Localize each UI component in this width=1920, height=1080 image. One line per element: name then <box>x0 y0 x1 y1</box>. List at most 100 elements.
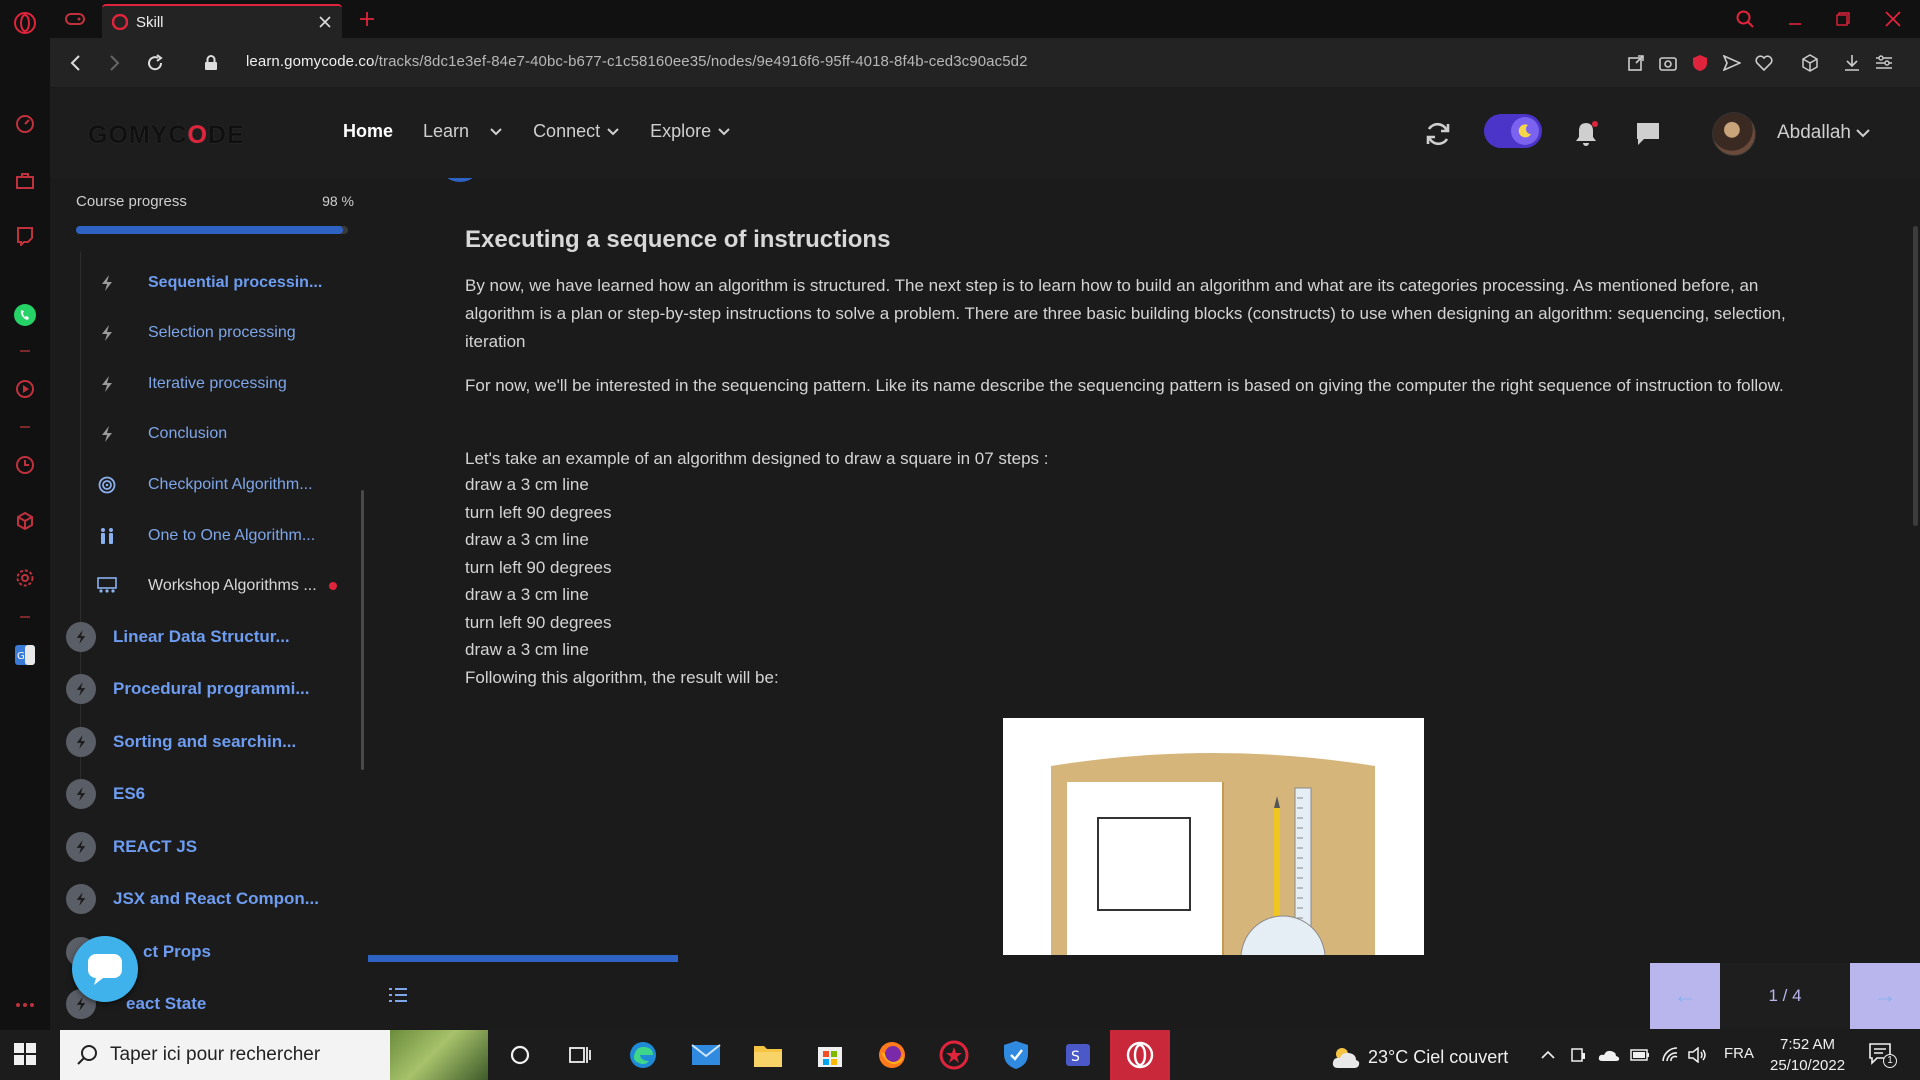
nav-connect[interactable]: Connect <box>533 121 620 142</box>
bell-icon[interactable] <box>1568 116 1604 152</box>
opera-taskbar-icon[interactable] <box>1110 1030 1170 1080</box>
volume-icon[interactable] <box>1686 1040 1710 1070</box>
gomycode-logo[interactable]: GOMYCODE <box>88 121 245 150</box>
settings-icon[interactable] <box>12 565 38 591</box>
sidebar-separator <box>20 350 30 352</box>
easy-setup-icon[interactable] <box>1872 51 1896 75</box>
previous-slide-button[interactable]: ← <box>1650 963 1720 1029</box>
taskbar-clock[interactable]: 7:52 AM 25/10/2022 <box>1770 1034 1845 1076</box>
sidebar-item-workshop[interactable]: Workshop Algorithms ... <box>92 571 342 601</box>
back-button[interactable] <box>62 50 88 76</box>
svg-text:S: S <box>1071 1049 1080 1065</box>
teams-icon[interactable]: S <box>1060 1038 1096 1072</box>
antivirus-icon[interactable] <box>936 1038 972 1072</box>
nav-learn[interactable]: Learn <box>423 121 503 142</box>
wifi-icon[interactable] <box>1658 1040 1682 1070</box>
windows-start-button[interactable] <box>14 1043 36 1065</box>
module-react-js[interactable]: REACT JS <box>66 830 356 864</box>
notification-center-button[interactable]: 1 <box>1868 1042 1897 1068</box>
cube-icon[interactable] <box>12 508 38 534</box>
extensions-cube-icon[interactable] <box>1798 51 1822 75</box>
sidebar-item-one-to-one[interactable]: One to One Algorithm... <box>92 521 342 551</box>
search-tabs-icon[interactable] <box>1730 6 1760 32</box>
forward-button[interactable] <box>102 50 128 76</box>
cortana-icon[interactable] <box>502 1038 538 1072</box>
camera-icon[interactable] <box>1656 51 1680 75</box>
nav-home[interactable]: Home <box>343 121 393 142</box>
opera-favicon-icon <box>112 14 128 30</box>
onedrive-icon[interactable] <box>1596 1040 1622 1070</box>
module-es6[interactable]: ES6 <box>66 777 356 811</box>
firefox-icon[interactable] <box>874 1038 910 1072</box>
heart-icon[interactable] <box>1752 51 1776 75</box>
logo-text: GOMYC <box>88 121 188 149</box>
slide-counter: 1 / 4 <box>1720 963 1850 1029</box>
module-procedural[interactable]: Procedural programmi... <box>66 672 356 706</box>
mail-icon[interactable] <box>688 1038 724 1072</box>
dark-mode-toggle[interactable] <box>1484 114 1542 148</box>
new-tab-button[interactable] <box>352 6 382 32</box>
store-icon[interactable] <box>812 1038 848 1072</box>
send-icon[interactable] <box>1720 51 1744 75</box>
lesson-scrollbar[interactable] <box>1913 226 1918 526</box>
twitch-icon[interactable] <box>12 223 38 249</box>
sidebar-item-conclusion[interactable]: Conclusion <box>92 419 342 449</box>
opera-logo-icon[interactable] <box>12 10 38 36</box>
module-label: JSX and React Compon... <box>113 889 319 908</box>
sidebar-scrollbar[interactable] <box>361 490 364 770</box>
lesson-title: Executing a sequence of instructions <box>465 226 891 253</box>
avatar[interactable] <box>1712 112 1756 156</box>
close-window-button[interactable] <box>1878 6 1908 32</box>
chat-icon[interactable] <box>1630 116 1666 152</box>
bolt-icon <box>66 727 96 757</box>
history-icon[interactable] <box>12 452 38 478</box>
file-explorer-icon[interactable] <box>750 1038 786 1072</box>
minimize-button[interactable] <box>1780 6 1810 32</box>
support-chat-button[interactable] <box>72 936 138 1002</box>
briefcase-icon[interactable] <box>12 168 38 194</box>
logo-o: O <box>187 121 208 149</box>
bolt-icon <box>92 369 122 399</box>
weather-widget[interactable]: 23°C Ciel couvert <box>1330 1044 1508 1070</box>
course-sidebar: Course progress 98 % Sequential processi… <box>50 178 368 1030</box>
close-tab-icon[interactable] <box>318 15 332 29</box>
chat-bubble-icon <box>88 954 122 985</box>
nav-explore[interactable]: Explore <box>650 121 731 142</box>
whatsapp-icon[interactable] <box>12 302 38 328</box>
taskbar-search-input[interactable]: Taper ici pour rechercher <box>60 1030 488 1080</box>
share-icon[interactable] <box>1624 51 1648 75</box>
tray-expand-icon[interactable] <box>1536 1040 1560 1070</box>
more-icon[interactable] <box>12 992 38 1018</box>
sidebar-item-checkpoint[interactable]: Checkpoint Algorithm... <box>92 470 342 500</box>
table-of-contents-icon[interactable] <box>388 987 410 1009</box>
translate-icon[interactable]: G <box>12 642 38 668</box>
reload-button[interactable] <box>142 50 168 76</box>
course-progress-bar <box>76 226 348 234</box>
logo-text: DE <box>207 121 245 149</box>
tab-skill[interactable]: Skill <box>102 4 342 38</box>
module-jsx[interactable]: JSX and React Compon... <box>66 882 356 916</box>
bolt-icon <box>66 622 96 652</box>
download-icon[interactable] <box>1840 51 1864 75</box>
vpn-shield-icon[interactable] <box>1688 51 1712 75</box>
lock-icon[interactable] <box>198 50 224 76</box>
sidebar-item-iterative[interactable]: Iterative processing <box>92 369 342 399</box>
player-icon[interactable] <box>12 376 38 402</box>
battery-icon[interactable] <box>1628 1040 1652 1070</box>
module-linear-data[interactable]: Linear Data Structur... <box>66 620 356 654</box>
edge-icon[interactable] <box>625 1038 661 1072</box>
next-slide-button[interactable]: → <box>1850 963 1920 1029</box>
device-icon[interactable] <box>1566 1040 1590 1070</box>
restore-button[interactable] <box>1828 6 1858 32</box>
speed-dial-icon[interactable] <box>12 111 38 137</box>
language-indicator[interactable]: FRA <box>1724 1045 1754 1062</box>
refresh-icon[interactable] <box>1420 116 1456 152</box>
defender-shield-icon[interactable] <box>998 1038 1034 1072</box>
sidebar-item-sequential[interactable]: Sequential processin... <box>92 268 342 298</box>
user-menu[interactable]: Abdallah <box>1777 122 1871 144</box>
gamepad-icon[interactable] <box>62 6 88 32</box>
task-view-icon[interactable] <box>562 1038 598 1072</box>
url-field[interactable]: learn.gomycode.co/tracks/8dc1e3ef-84e7-4… <box>246 53 1028 70</box>
module-sorting[interactable]: Sorting and searchin... <box>66 725 356 759</box>
sidebar-item-selection[interactable]: Selection processing <box>92 318 342 348</box>
